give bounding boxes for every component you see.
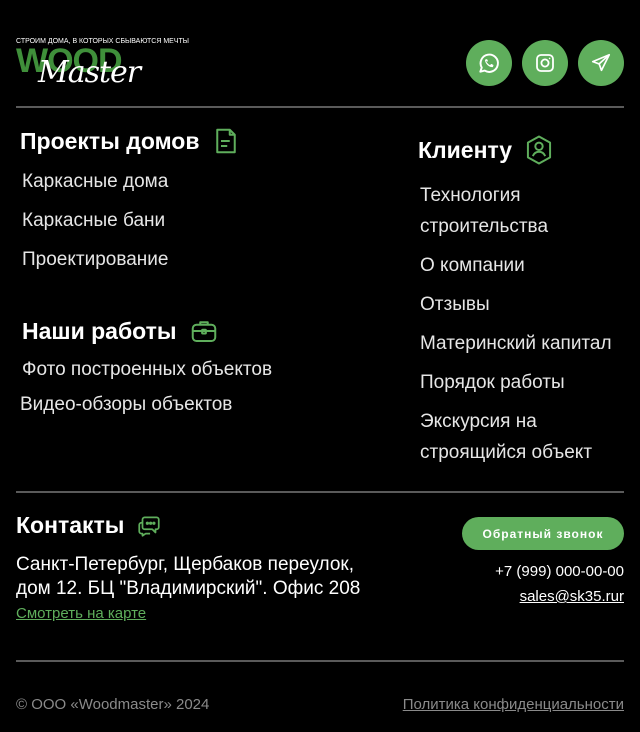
divider-top bbox=[16, 106, 624, 108]
works-title: Наши работы bbox=[22, 317, 177, 344]
privacy-policy-link[interactable]: Политика конфиденциальности bbox=[403, 696, 624, 713]
projects-heading[interactable]: Проекты домов bbox=[20, 126, 241, 156]
user-shield-icon bbox=[524, 134, 554, 166]
telegram-button[interactable] bbox=[578, 40, 624, 86]
logo-master-text: Master bbox=[38, 55, 141, 90]
telegram-icon bbox=[590, 52, 612, 74]
link-excursion[interactable]: Экскурсия на строящийся объект bbox=[420, 406, 592, 468]
divider-middle bbox=[16, 491, 624, 493]
chat-bubbles-icon bbox=[136, 513, 162, 539]
map-link[interactable]: Смотреть на карте bbox=[16, 605, 146, 622]
link-video-reviews[interactable]: Видео-обзоры объектов bbox=[20, 389, 232, 420]
link-maternity-capital[interactable]: Материнский капитал bbox=[420, 328, 612, 359]
copyright: © ООО «Woodmaster» 2024 bbox=[16, 696, 210, 713]
link-excursion-line2: строящийся объект bbox=[420, 442, 593, 463]
phone-link[interactable]: +7 (999) 000-00-00 bbox=[495, 563, 624, 580]
instagram-button[interactable] bbox=[522, 40, 568, 86]
whatsapp-icon bbox=[476, 50, 502, 76]
link-work-order[interactable]: Порядок работы bbox=[420, 367, 565, 398]
link-excursion-line1: Экскурсия на bbox=[420, 411, 537, 432]
link-reviews[interactable]: Отзывы bbox=[420, 289, 490, 320]
divider-bottom bbox=[16, 660, 624, 662]
callback-button[interactable]: Обратный звонок bbox=[462, 517, 624, 550]
link-technology-line1: Технология bbox=[420, 185, 521, 206]
address-line1: Санкт-Петербург, Щербаков переулок, bbox=[16, 554, 354, 575]
works-heading[interactable]: Наши работы bbox=[22, 316, 219, 346]
email-link[interactable]: sales@sk35.rur bbox=[520, 588, 624, 605]
address-line2: дом 12. БЦ "Владимирский". Офис 208 bbox=[16, 578, 361, 599]
client-heading[interactable]: Клиенту bbox=[418, 134, 554, 166]
contacts-title: Контакты bbox=[16, 512, 125, 538]
link-technology-line2: строительства bbox=[420, 216, 549, 237]
instagram-icon bbox=[533, 51, 557, 75]
link-technology[interactable]: Технология строительства bbox=[420, 180, 548, 242]
contacts-heading: Контакты bbox=[16, 512, 162, 539]
link-frame-houses[interactable]: Каркасные дома bbox=[22, 166, 168, 197]
projects-title: Проекты домов bbox=[20, 127, 200, 154]
client-title: Клиенту bbox=[418, 136, 513, 163]
link-frame-baths[interactable]: Каркасные бани bbox=[22, 205, 165, 236]
briefcase-icon bbox=[189, 316, 219, 346]
whatsapp-button[interactable] bbox=[466, 40, 512, 86]
address: Санкт-Петербург, Щербаков переулок, дом … bbox=[16, 553, 416, 601]
link-design[interactable]: Проектирование bbox=[22, 244, 168, 275]
link-about[interactable]: О компании bbox=[420, 250, 525, 281]
document-icon bbox=[211, 126, 241, 156]
link-photos[interactable]: Фото построенных объектов bbox=[22, 354, 272, 385]
